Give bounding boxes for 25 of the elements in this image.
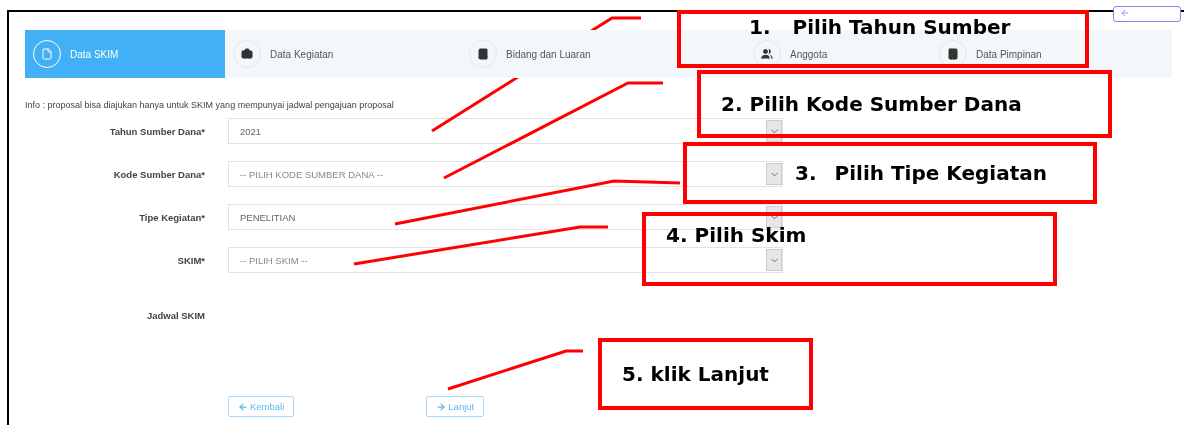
select-field[interactable]: -- PILIH KODE SUMBER DANA -- xyxy=(228,161,783,187)
callout-number: 1. xyxy=(749,15,771,39)
step-tab[interactable]: Data Pimpinan xyxy=(939,40,1042,68)
info-text: Info : proposal bisa diajukan hanya untuk SKIM yang mempunyai jadwal pengajuan proposal xyxy=(25,100,394,110)
back-button[interactable] xyxy=(1113,6,1181,22)
callout-number: 5. xyxy=(622,362,644,386)
field-label: Kode Sumber Dana* xyxy=(112,168,205,180)
callout-text: Pilih Kode Sumber Dana xyxy=(749,92,1022,116)
field-label: Jadwal SKIM xyxy=(145,310,205,321)
select-field[interactable]: 2021 xyxy=(228,118,783,144)
step-tab[interactable]: Anggota xyxy=(753,40,828,68)
field-label: Tipe Kegiatan* xyxy=(138,211,205,223)
callout-text: klik Lanjut xyxy=(650,362,769,386)
field-label: SKIM* xyxy=(176,254,205,266)
step-tab[interactable]: Data Kegiatan xyxy=(233,40,334,68)
step-tab[interactable]: Bidang dan Luaran xyxy=(469,40,591,68)
callout-number: 2. xyxy=(721,92,743,116)
arrow-left-icon xyxy=(238,401,248,412)
callout-text: Pilih Tipe Kegiatan xyxy=(834,161,1047,185)
arrow-left-icon xyxy=(1120,8,1130,18)
select-field[interactable]: -- PILIH SKIM -- xyxy=(228,247,783,273)
field-label: Tahun Sumber Dana* xyxy=(108,125,205,137)
arrow-right-icon xyxy=(436,401,447,412)
callout-text: Pilih Tahun Sumber xyxy=(792,15,1011,39)
callout-number: 3. xyxy=(795,161,817,185)
